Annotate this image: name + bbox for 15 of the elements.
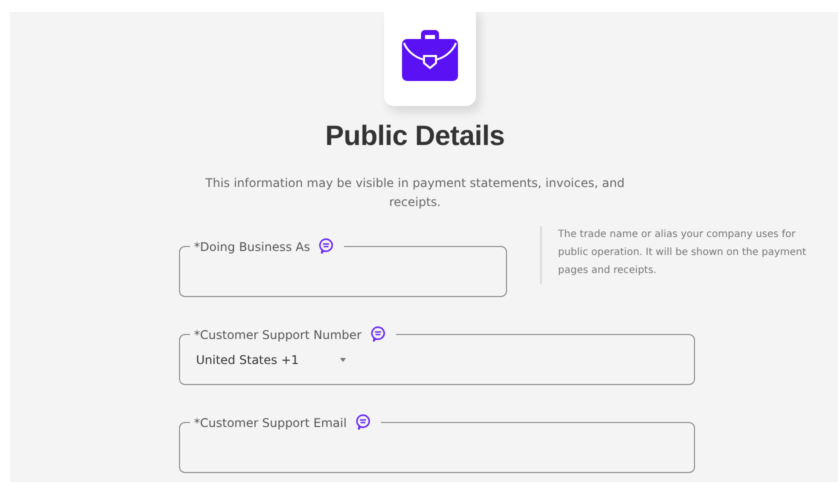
phone-field[interactable]: *Customer Support Number United States +1 — [179, 326, 695, 385]
chat-icon[interactable] — [318, 238, 334, 255]
page-title: Public Details — [325, 120, 505, 152]
field-label: *Doing Business As — [194, 240, 310, 254]
help-text: The trade name or alias your company uses for public operation. It will be shown on the payment pages and receipts. — [558, 228, 808, 278]
field-label: *Customer Support Number — [194, 328, 362, 342]
field-label: *Customer Support Email — [194, 416, 347, 430]
page-description: This information may be visible in payment statements, invoices, and receipts. — [205, 175, 625, 211]
caret-icon — [340, 358, 346, 362]
text-field[interactable]: *Customer Support Email — [179, 414, 695, 473]
chat-icon[interactable] — [354, 414, 371, 431]
chat-icon[interactable] — [370, 326, 386, 343]
country-select[interactable]: United States +1 — [196, 352, 346, 366]
briefcase-icon — [402, 29, 458, 81]
text-field[interactable]: *Doing Business As — [179, 238, 507, 297]
